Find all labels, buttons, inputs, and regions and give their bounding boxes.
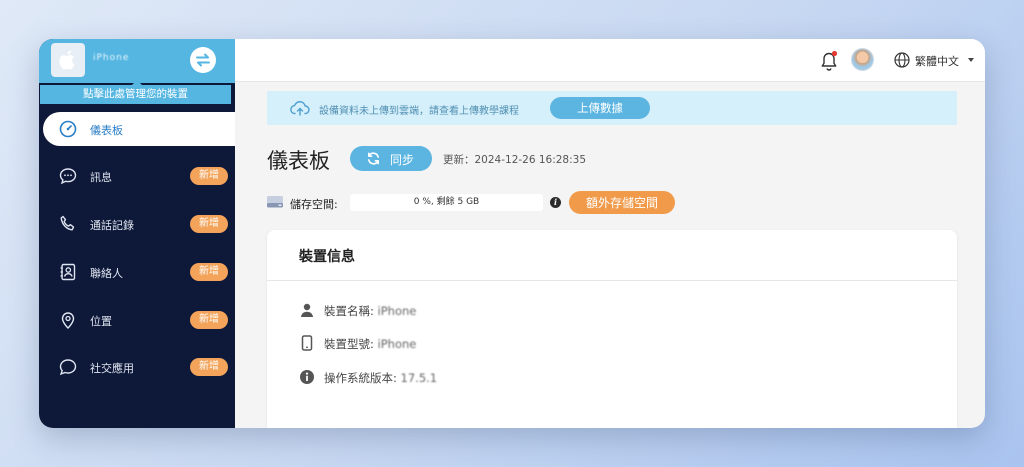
new-badge: 新增 (190, 358, 228, 376)
row-value: 17.5.1 (400, 371, 438, 385)
upload-data-button[interactable]: 上傳數據 (550, 97, 650, 119)
refresh-icon (368, 152, 379, 165)
sync-button[interactable]: 同步 (350, 146, 432, 171)
sidebar-item-label: 訊息 (90, 171, 112, 184)
speech-bubble-icon (59, 359, 77, 376)
cloud-upload-icon (290, 101, 310, 116)
last-updated: 更新：2024-12-26 16:28:35 (443, 154, 587, 166)
chevron-down-icon[interactable] (968, 58, 974, 62)
storage-label: 儲存空間: (290, 198, 338, 211)
new-badge: 新增 (190, 311, 228, 329)
sidebar-item-social-apps[interactable]: 社交應用 新增 (39, 350, 235, 384)
sync-label: 同步 (390, 153, 415, 167)
app-window: iPhone 點擊此處管理您的裝置 儀表板 訊息 新增 通話記錄 新增 聯絡人 … (39, 39, 985, 428)
new-badge: 新增 (190, 263, 228, 281)
sidebar-item-messages[interactable]: 訊息 新增 (39, 159, 235, 193)
person-icon (301, 303, 313, 317)
upload-hint-text[interactable]: 設備資料未上傳到雲端，請查看上傳教學課程 (319, 102, 519, 117)
new-badge: 新增 (190, 215, 228, 233)
phone-icon (60, 215, 75, 231)
mobile-phone-icon (301, 335, 313, 351)
user-avatar[interactable] (851, 48, 874, 71)
sidebar-item-label: 位置 (90, 315, 112, 328)
sidebar-item-dashboard[interactable]: 儀表板 (43, 112, 235, 146)
sidebar-item-contacts[interactable]: 聯絡人 新增 (39, 255, 235, 289)
sidebar-item-location[interactable]: 位置 新增 (39, 303, 235, 337)
manage-device-tooltip[interactable]: 點擊此處管理您的裝置 (40, 80, 231, 104)
info-circle-icon (300, 370, 314, 384)
row-value: iPhone (377, 304, 417, 318)
switch-device-icon[interactable] (190, 47, 216, 73)
notification-bell-icon[interactable] (819, 50, 839, 72)
location-pin-icon (61, 312, 75, 329)
sidebar-item-label: 通話記錄 (90, 219, 134, 232)
sidebar: iPhone 點擊此處管理您的裝置 儀表板 訊息 新增 通話記錄 新增 聯絡人 … (39, 39, 235, 428)
device-info-card: 裝置信息 裝置名稱: iPhone 裝置型號: iPhone 操作系統版本: 1… (267, 230, 957, 428)
page-title: 儀表板 (267, 149, 330, 173)
upload-banner: 設備資料未上傳到雲端，請查看上傳教學課程 上傳數據 (267, 91, 957, 125)
device-header[interactable]: iPhone (39, 39, 235, 83)
card-title: 裝置信息 (299, 249, 355, 265)
dashboard-gauge-icon (59, 120, 77, 138)
row-value: iPhone (377, 337, 417, 351)
sidebar-item-label: 聯絡人 (90, 267, 123, 280)
extra-storage-button[interactable]: 額外存儲空間 (569, 191, 675, 214)
row-label: 裝置名稱: (324, 304, 374, 318)
top-bar: 繁體中文 (235, 39, 985, 82)
sidebar-item-label: 社交應用 (90, 362, 134, 375)
language-selector[interactable]: 繁體中文 (915, 53, 959, 69)
storage-drive-icon (267, 196, 283, 208)
contact-book-icon (60, 263, 76, 281)
sidebar-item-label: 儀表板 (90, 124, 123, 137)
chat-bubble-icon (59, 168, 77, 185)
device-name: iPhone (93, 53, 130, 63)
new-badge: 新增 (190, 167, 228, 185)
sidebar-item-call-logs[interactable]: 通話記錄 新增 (39, 207, 235, 241)
storage-progress-bar: 0 %, 剩餘 5 GB (350, 194, 543, 211)
apple-logo-icon (51, 43, 85, 77)
row-label: 操作系統版本: (324, 371, 397, 385)
divider (267, 280, 957, 281)
info-icon[interactable]: i (550, 197, 561, 208)
globe-icon[interactable] (893, 51, 911, 69)
row-label: 裝置型號: (324, 337, 374, 351)
